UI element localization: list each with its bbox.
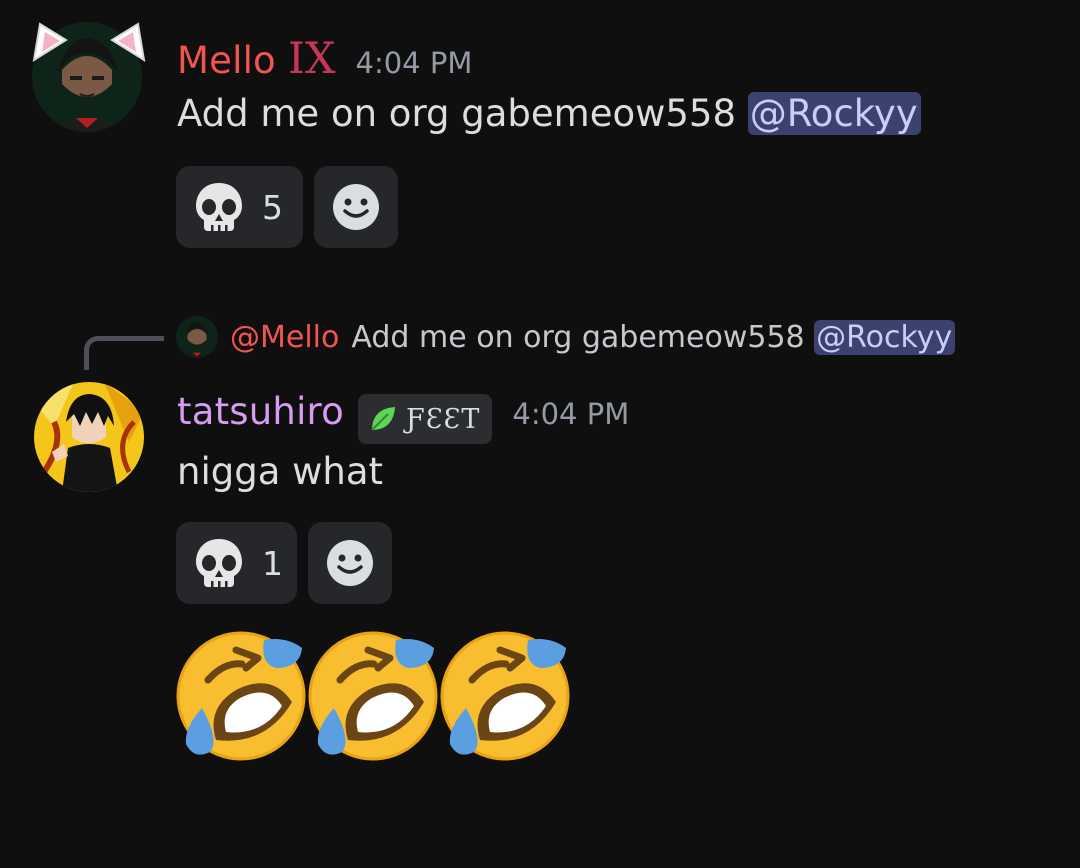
message-1-content: Add me on org gabemeow558 @Rockyy: [177, 92, 921, 135]
tatsuhiro-avatar[interactable]: [34, 382, 144, 492]
reaction-skull[interactable]: 5: [176, 166, 303, 248]
add-reaction-button[interactable]: [308, 522, 392, 604]
reply-text: Add me on org gabemeow558: [351, 319, 815, 355]
reply-connector-line: [84, 336, 164, 370]
clan-tag[interactable]: IX: [288, 34, 336, 84]
message-text: nigga what: [177, 450, 384, 493]
reply-username[interactable]: @Mello: [230, 320, 339, 355]
reaction-count: 5: [262, 187, 283, 227]
clan-tag-text: ƑƐƐT: [405, 403, 481, 435]
clan-tag-badge[interactable]: ƑƐƐT: [357, 394, 493, 444]
mention-rockyy[interactable]: @Rockyy: [747, 92, 921, 135]
reaction-count: 1: [262, 543, 283, 583]
smiley-add-icon: [327, 540, 373, 586]
skull-icon: [196, 539, 242, 588]
add-reaction-button[interactable]: [314, 166, 398, 248]
reply-avatar: [176, 316, 218, 358]
leaf-icon: [371, 407, 395, 431]
timestamp: 4:04 PM: [512, 397, 630, 431]
skull-icon: [196, 183, 242, 232]
message-1-header: Mello IX 4:04 PM: [177, 34, 472, 84]
rolling-on-floor-laughing-icon[interactable]: [308, 628, 438, 762]
rolling-on-floor-laughing-icon[interactable]: [440, 628, 570, 762]
jumbo-emoji-row: [176, 628, 572, 762]
username[interactable]: Mello: [177, 39, 276, 82]
timestamp: 4:04 PM: [355, 46, 473, 80]
smiley-add-icon: [333, 184, 379, 230]
message-2-content: nigga what: [177, 450, 383, 493]
message-2-header: tatsuhiro ƑƐƐT 4:04 PM: [177, 390, 630, 444]
rolling-on-floor-laughing-icon[interactable]: [176, 628, 306, 762]
reaction-skull[interactable]: 1: [176, 522, 297, 604]
reply-preview[interactable]: @Mello Add me on org gabemeow558 @Rockyy: [176, 316, 956, 358]
reply-mention-rockyy[interactable]: @Rockyy: [814, 319, 956, 355]
username[interactable]: tatsuhiro: [177, 390, 344, 433]
cat-ears-icon: [32, 22, 146, 63]
message-text: Add me on org gabemeow558: [177, 92, 748, 135]
